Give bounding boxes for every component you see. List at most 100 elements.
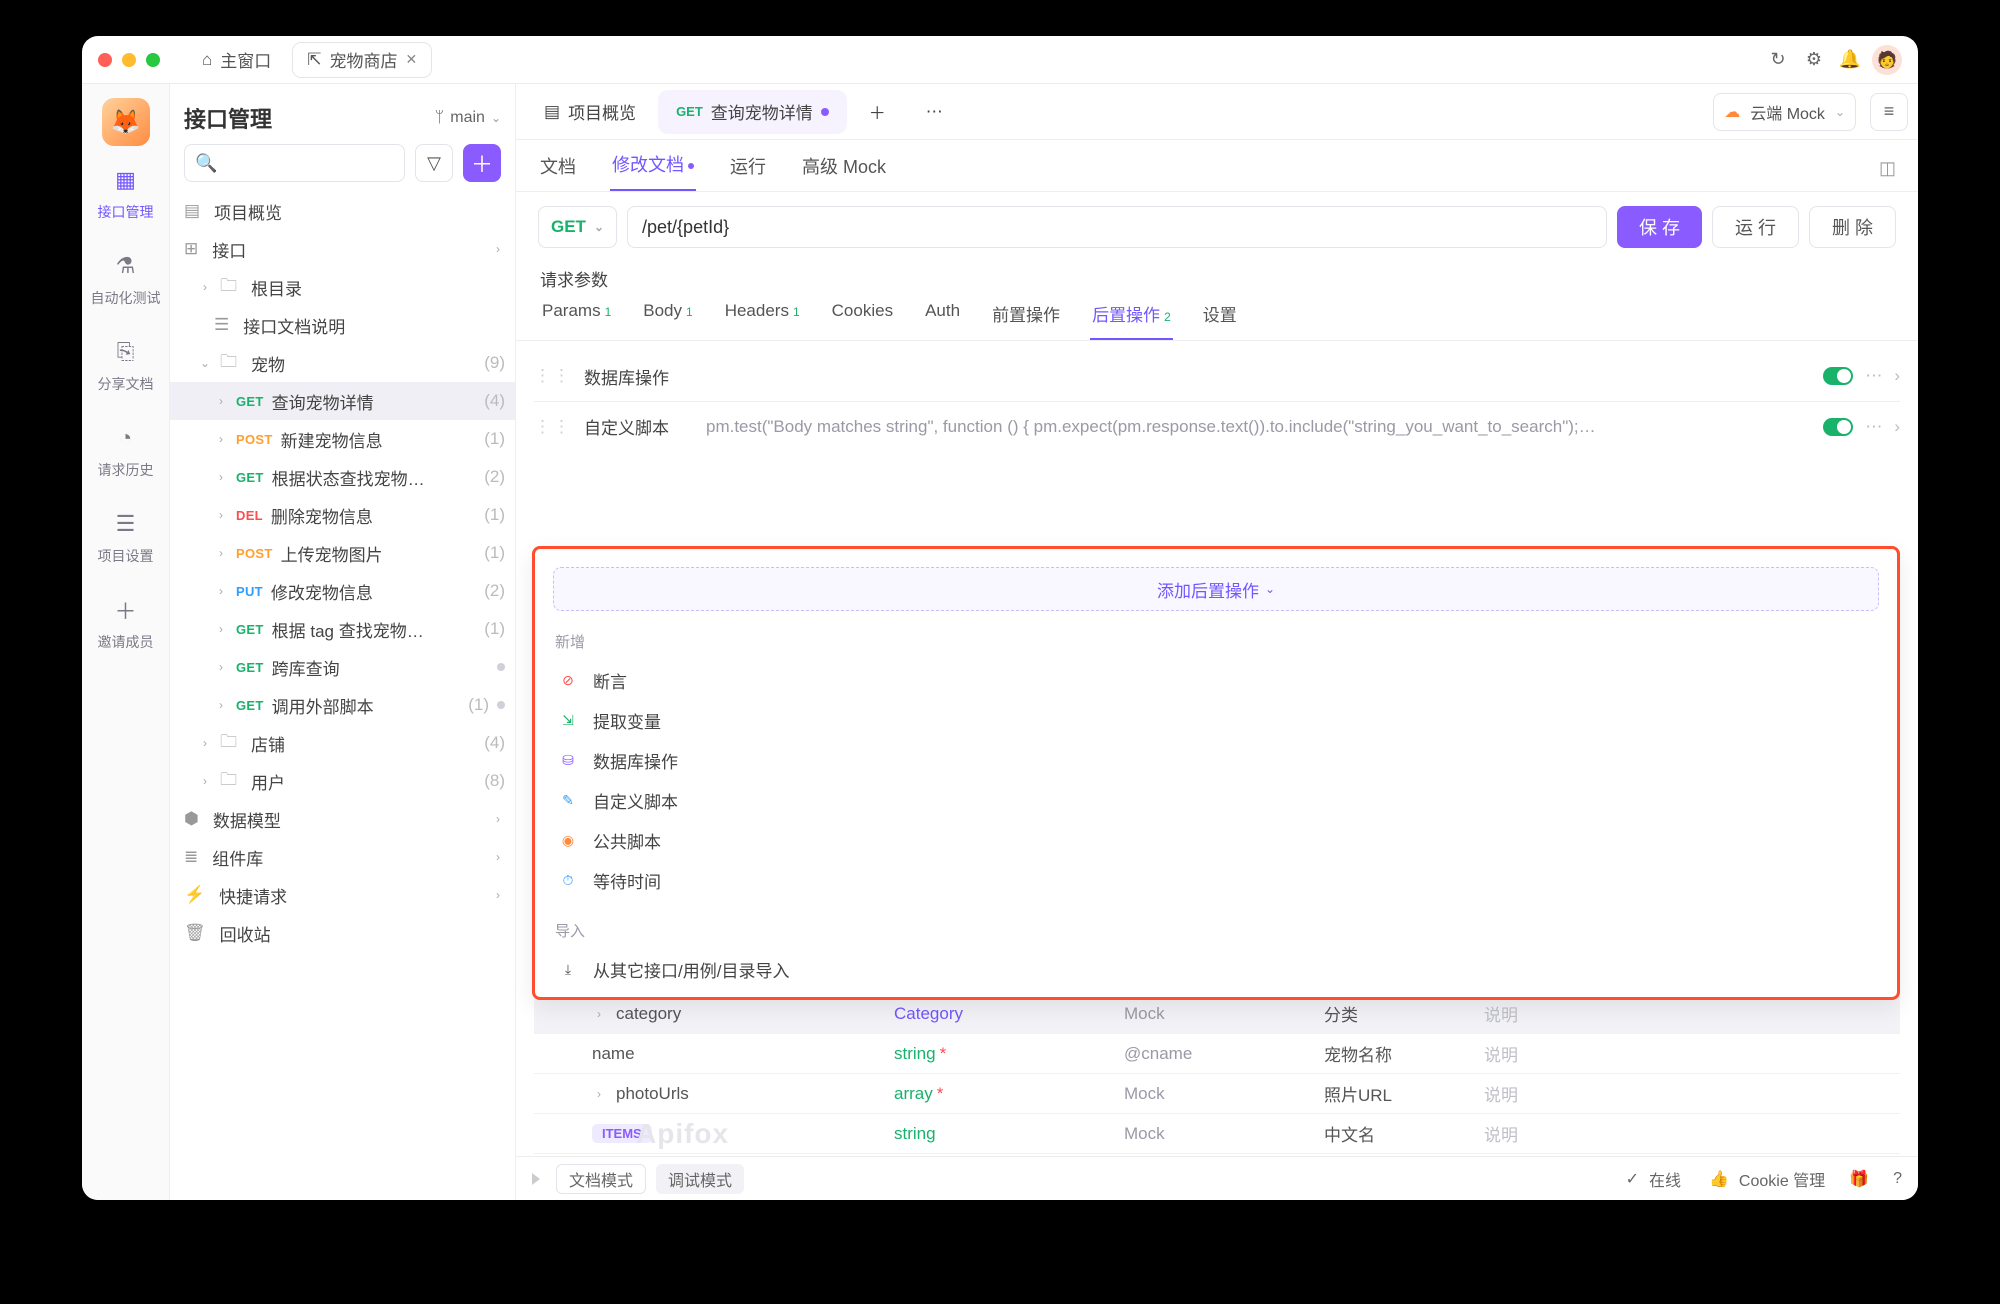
param-tab[interactable]: 设置 bbox=[1201, 301, 1239, 340]
save-button[interactable]: 保 存 bbox=[1617, 206, 1702, 248]
subtab-doc[interactable]: 文档 bbox=[538, 153, 578, 191]
collapse-icon[interactable] bbox=[532, 1173, 540, 1185]
op-toggle[interactable] bbox=[1823, 367, 1853, 385]
mode-debug-button[interactable]: 调试模式 bbox=[656, 1164, 744, 1194]
tree-item[interactable]: ⊞接口› bbox=[170, 230, 515, 268]
cookie-manage[interactable]: Cookie 管理 bbox=[1739, 1167, 1825, 1191]
tree-item[interactable]: ⬢数据模型› bbox=[170, 800, 515, 838]
more-icon[interactable]: ⋯ bbox=[1865, 417, 1882, 437]
rail-automation[interactable]: ⚗ 自动化测试 bbox=[90, 242, 162, 318]
gift-icon[interactable]: 🎁 bbox=[1849, 1169, 1869, 1189]
param-tab[interactable]: Auth bbox=[923, 301, 962, 340]
subtab-run[interactable]: 运行 bbox=[728, 153, 768, 191]
help-icon[interactable]: ? bbox=[1893, 1170, 1902, 1188]
search-input[interactable]: 🔍 bbox=[184, 144, 405, 182]
op-toggle[interactable] bbox=[1823, 418, 1853, 436]
tree-item[interactable]: ›🗀店铺(4) bbox=[170, 724, 515, 762]
param-tab[interactable]: Body1 bbox=[641, 301, 694, 340]
chevron-right-icon: › bbox=[214, 622, 228, 636]
bell-icon[interactable]: 🔔 bbox=[1836, 46, 1864, 74]
tab-api[interactable]: GET 查询宠物详情 bbox=[658, 90, 847, 134]
chevron-icon: › bbox=[198, 280, 212, 294]
tree-api-item[interactable]: ›GET根据 tag 查找宠物…(1) bbox=[170, 610, 515, 648]
panel-icon[interactable]: ◫ bbox=[1879, 158, 1896, 191]
chevron-right-icon: › bbox=[214, 508, 228, 522]
popover-item[interactable]: ⤓从其它接口/用例/目录导入 bbox=[553, 949, 1879, 989]
menu-button[interactable]: ≡ bbox=[1870, 93, 1908, 131]
popover-item[interactable]: ✎自定义脚本 bbox=[553, 780, 1879, 820]
method-select[interactable]: GET ⌄ bbox=[538, 206, 617, 248]
close-window-icon[interactable] bbox=[98, 53, 112, 67]
tree-item[interactable]: 🗑回收站 bbox=[170, 914, 515, 952]
chevron-right-icon[interactable]: › bbox=[1894, 417, 1900, 437]
tree-item[interactable]: ☰接口文档说明 bbox=[170, 306, 515, 344]
tree-item[interactable]: ›🗀根目录 bbox=[170, 268, 515, 306]
settings-icon[interactable]: ⚙ bbox=[1800, 46, 1828, 74]
op-row-script[interactable]: ⋮⋮ 自定义脚本 pm.test("Body matches string", … bbox=[534, 401, 1900, 451]
schema-note: 说明 bbox=[1484, 1041, 1900, 1066]
tree-item[interactable]: ≣组件库› bbox=[170, 838, 515, 876]
tree-item[interactable]: ⚡快捷请求› bbox=[170, 876, 515, 914]
param-tab[interactable]: 前置操作 bbox=[990, 301, 1062, 340]
param-tab[interactable]: 后置操作2 bbox=[1090, 301, 1173, 340]
add-post-op-button[interactable]: 添加后置操作 ⌄ bbox=[553, 567, 1879, 611]
tree-api-item[interactable]: ›POST上传宠物图片(1) bbox=[170, 534, 515, 572]
maximize-window-icon[interactable] bbox=[146, 53, 160, 67]
schema-row[interactable]: ›categoryCategoryMock分类说明 bbox=[534, 994, 1900, 1034]
tab-more[interactable]: ⋯ bbox=[908, 90, 961, 134]
filter-button[interactable]: ▽ bbox=[415, 144, 453, 182]
rail-api[interactable]: ▦ 接口管理 bbox=[90, 156, 162, 232]
rail-share[interactable]: ⎘ 分享文档 bbox=[90, 328, 162, 404]
tree-item[interactable]: ▤项目概览 bbox=[170, 192, 515, 230]
sidebar: 接口管理 ᛘ main ⌄ 🔍 ▽ ＋ ▤项目概览⊞接口››🗀根目录☰接口文档说… bbox=[170, 84, 516, 1200]
schema-row[interactable]: namestring*@cname宠物名称说明 bbox=[534, 1034, 1900, 1074]
branch-select[interactable]: ᛘ main ⌄ bbox=[435, 109, 501, 127]
tree-api-item[interactable]: ›GET根据状态查找宠物…(2) bbox=[170, 458, 515, 496]
mode-doc-button[interactable]: 文档模式 bbox=[556, 1164, 646, 1194]
op-row-db[interactable]: ⋮⋮ 数据库操作 ⋯ › bbox=[534, 351, 1900, 401]
tree-api-item[interactable]: ›DEL删除宠物信息(1) bbox=[170, 496, 515, 534]
rail-history[interactable]: ◔ 请求历史 bbox=[90, 414, 162, 490]
delete-button[interactable]: 删 除 bbox=[1809, 206, 1896, 248]
sidebar-header: 接口管理 ᛘ main ⌄ bbox=[170, 84, 515, 144]
popover-item[interactable]: ⊘断言 bbox=[553, 660, 1879, 700]
tree-api-item[interactable]: ›POST新建宠物信息(1) bbox=[170, 420, 515, 458]
tab-new[interactable]: ＋ bbox=[851, 90, 904, 134]
schema-row[interactable]: ITEMSstringMock中文名说明 bbox=[534, 1114, 1900, 1154]
tree-api-item[interactable]: ›PUT修改宠物信息(2) bbox=[170, 572, 515, 610]
param-tab[interactable]: Params1 bbox=[540, 301, 613, 340]
param-tab[interactable]: Headers1 bbox=[723, 301, 802, 340]
add-button[interactable]: ＋ bbox=[463, 144, 501, 182]
avatar[interactable]: 🧑 bbox=[1872, 45, 1902, 75]
schema-row[interactable]: ›photoUrlsarray*Mock照片URL说明 bbox=[534, 1074, 1900, 1114]
tree-item[interactable]: ›🗀用户(8) bbox=[170, 762, 515, 800]
tree-api-item[interactable]: ›GET查询宠物详情(4) bbox=[170, 382, 515, 420]
window-tab-main[interactable]: ⌂ 主窗口 bbox=[188, 43, 285, 77]
rail-settings[interactable]: ☰ 项目设置 bbox=[90, 500, 162, 576]
popover-item[interactable]: ⏱等待时间 bbox=[553, 860, 1879, 900]
mock-select[interactable]: ☁ 云端 Mock ⌄ bbox=[1713, 93, 1856, 131]
tab-overview[interactable]: ▤ 项目概览 bbox=[526, 90, 654, 134]
popover-item[interactable]: ⇲提取变量 bbox=[553, 700, 1879, 740]
url-input[interactable]: /pet/{petId} bbox=[627, 206, 1607, 248]
window-tab-project[interactable]: ⇱ 宠物商店 ✕ bbox=[293, 43, 431, 77]
rail-invite[interactable]: ＋ 邀请成员 bbox=[90, 586, 162, 662]
param-tab[interactable]: Cookies bbox=[830, 301, 895, 340]
tree-item[interactable]: ⌄🗀宠物(9) bbox=[170, 344, 515, 382]
run-button[interactable]: 运 行 bbox=[1712, 206, 1799, 248]
popover-item[interactable]: ◉公共脚本 bbox=[553, 820, 1879, 860]
chevron-right-icon[interactable]: › bbox=[1894, 366, 1900, 386]
more-icon[interactable]: ⋯ bbox=[1865, 366, 1882, 386]
tree-api-item[interactable]: ›GET跨库查询 bbox=[170, 648, 515, 686]
tree-api-item[interactable]: ›GET调用外部脚本(1) bbox=[170, 686, 515, 724]
subtab-mock[interactable]: 高级 Mock bbox=[800, 153, 888, 191]
watermark: Apifox bbox=[636, 1118, 729, 1150]
drag-icon[interactable]: ⋮⋮ bbox=[534, 417, 572, 437]
minimize-window-icon[interactable] bbox=[122, 53, 136, 67]
subtab-edit[interactable]: 修改文档 bbox=[610, 151, 696, 191]
drag-icon[interactable]: ⋮⋮ bbox=[534, 366, 572, 386]
refresh-icon[interactable]: ↻ bbox=[1764, 46, 1792, 74]
rail-label: 请求历史 bbox=[98, 460, 154, 480]
popover-item[interactable]: ⛁数据库操作 bbox=[553, 740, 1879, 780]
close-tab-icon[interactable]: ✕ bbox=[406, 51, 418, 68]
